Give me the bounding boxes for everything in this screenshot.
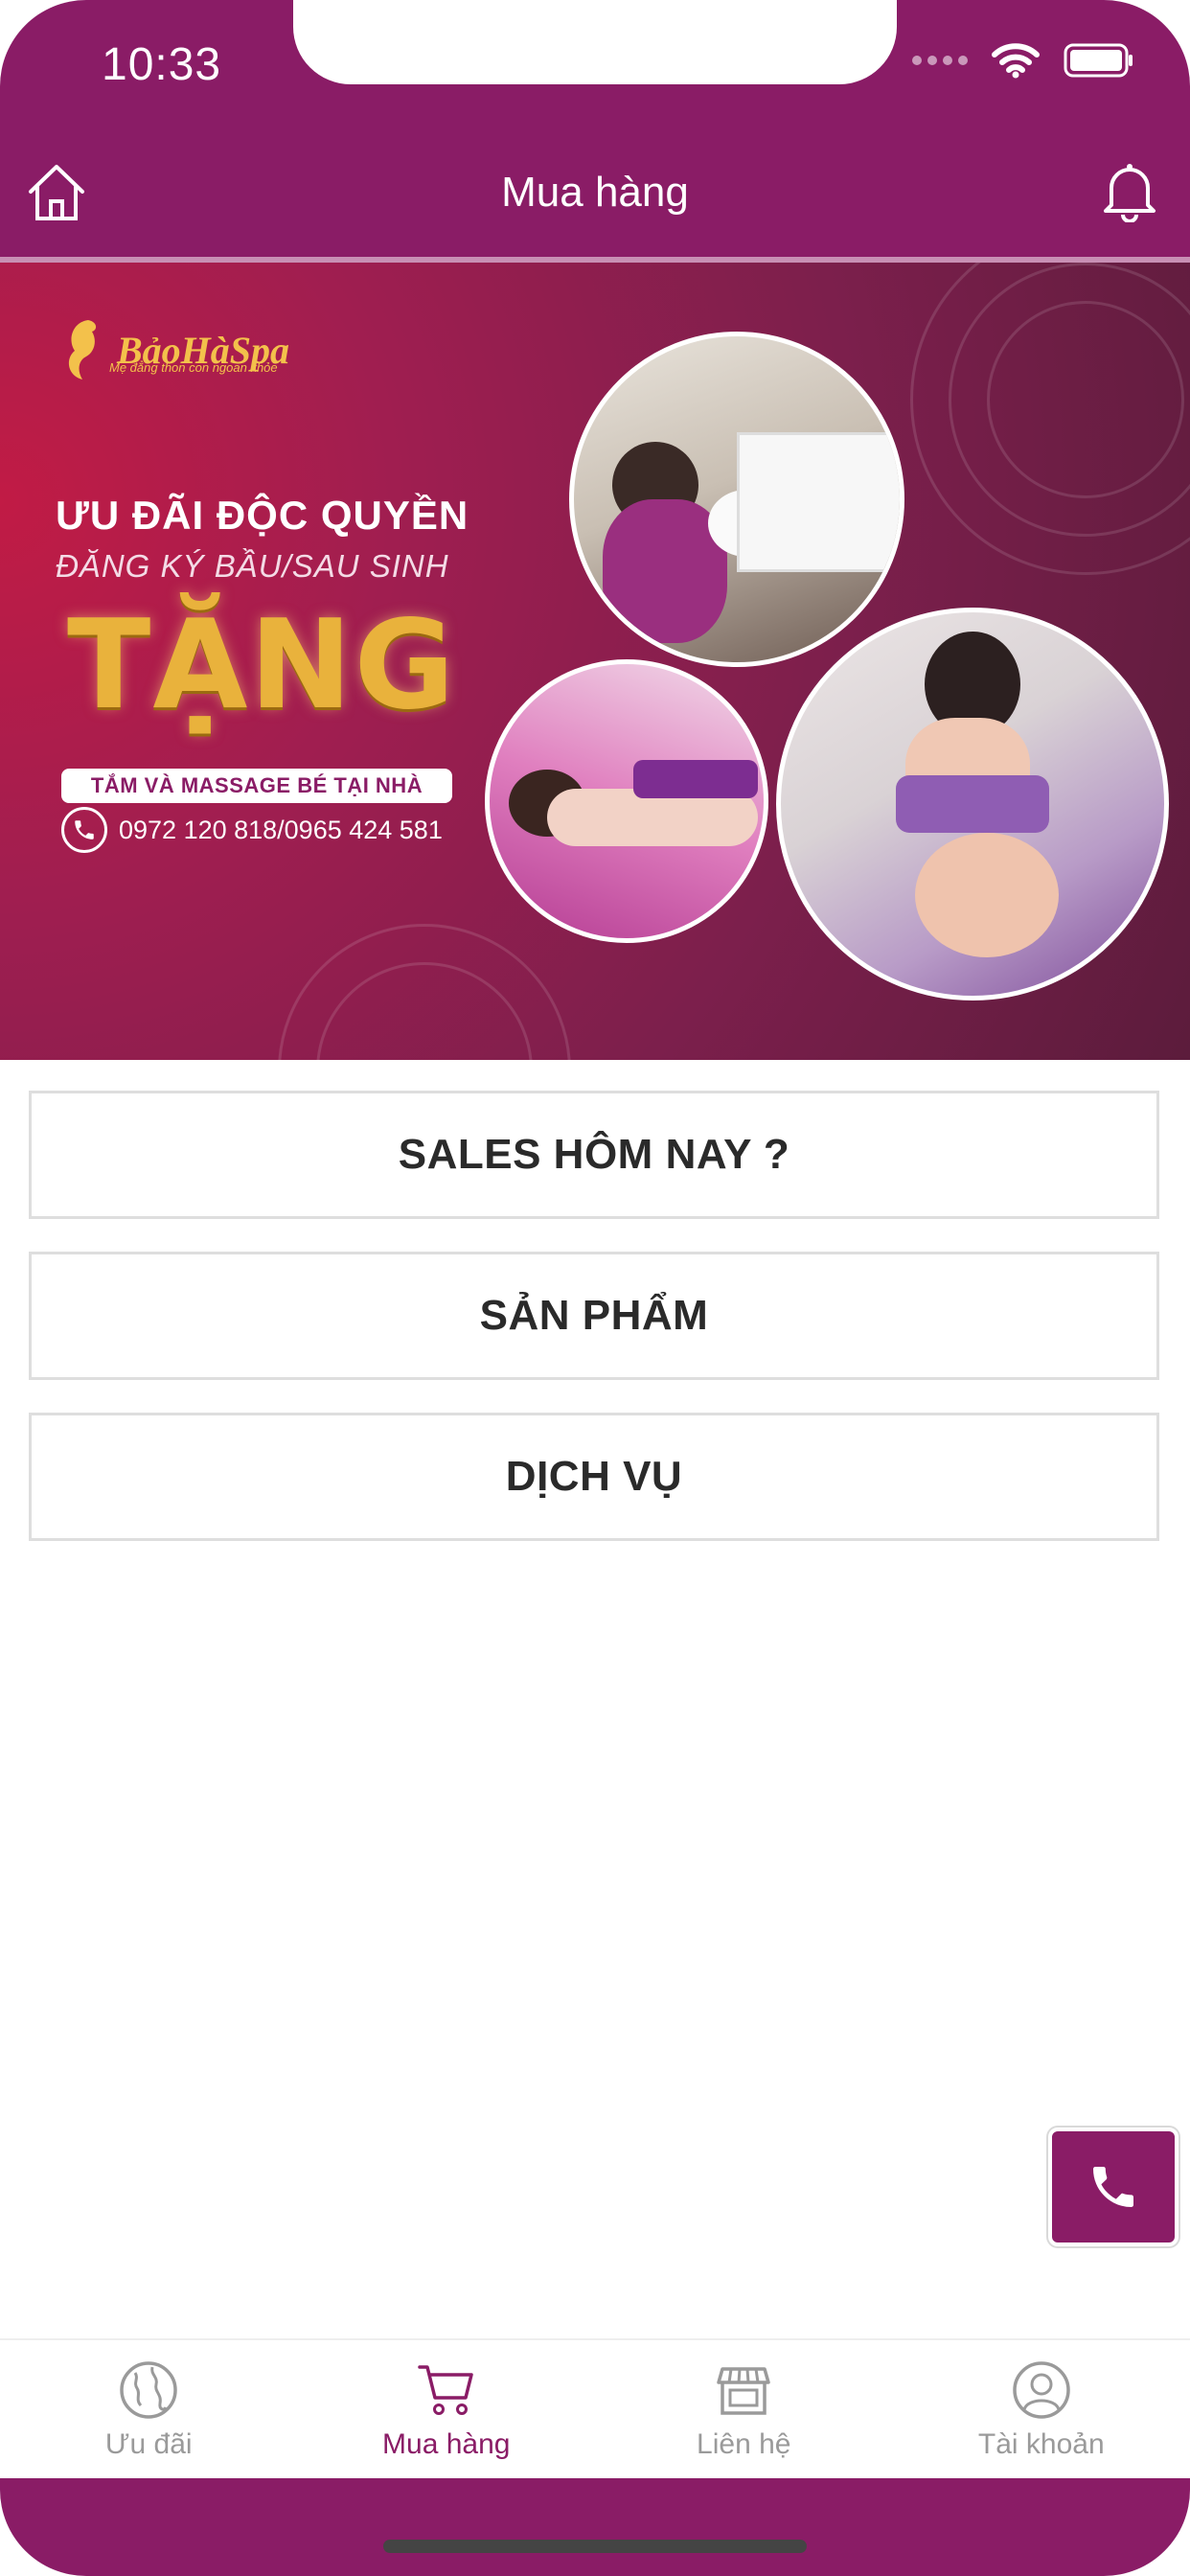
- bell-icon: [1104, 164, 1156, 223]
- banner-gift-text: TẶNG: [67, 594, 457, 737]
- phone-icon: [61, 807, 107, 853]
- mother-silhouette-icon: [68, 320, 97, 380]
- notifications-button[interactable]: [1098, 159, 1161, 223]
- banner-phone-number: 0972 120 818/0965 424 581: [119, 815, 443, 844]
- banner-offer: TẮM VÀ MASSAGE BÉ TẠI NHÀ: [61, 769, 452, 803]
- products-button[interactable]: SẢN PHẨM: [29, 1252, 1159, 1380]
- signal-icon: [912, 56, 968, 65]
- globe-icon: [120, 2361, 177, 2419]
- call-button[interactable]: [1048, 2128, 1179, 2246]
- store-icon: [717, 2367, 770, 2415]
- user-icon: [1013, 2361, 1070, 2419]
- tab-contact-label: Liên hệ: [697, 2428, 791, 2460]
- promo-banner[interactable]: BảoHàSpa Mẹ đẳng thon con ngoan khỏe ƯU …: [0, 263, 1190, 1060]
- photo-mother-baby: [569, 332, 904, 667]
- logo-tagline: Mẹ đẳng thon con ngoan khỏe: [109, 360, 278, 375]
- photo-massage: [485, 659, 768, 943]
- spa-logo: BảoHàSpa Mẹ đẳng thon con ngoan khỏe: [59, 316, 289, 383]
- top-bar: 10:33 Mua hàng: [0, 0, 1190, 257]
- page-title: Mua hàng: [501, 169, 689, 216]
- bottom-bar: [0, 2478, 1190, 2576]
- services-button[interactable]: DỊCH VỤ: [29, 1413, 1159, 1541]
- app-screen: 10:33 Mua hàng BảoHàSpa Mẹ đẳng thon con…: [0, 0, 1190, 2576]
- tab-bar: Ưu đãi Mua hàng Liên hệ Tài khoản: [0, 2338, 1190, 2480]
- sales-today-button[interactable]: SALES HÔM NAY ?: [29, 1091, 1159, 1219]
- tab-shopping[interactable]: Mua hàng: [298, 2340, 596, 2480]
- banner-subline: ĐĂNG KÝ BẦU/SAU SINH: [56, 548, 449, 584]
- tab-contact[interactable]: Liên hệ: [595, 2340, 893, 2480]
- status-time: 10:33: [102, 39, 222, 90]
- phone-icon: [1093, 2167, 1133, 2207]
- cart-icon: [418, 2365, 473, 2415]
- photo-pregnant-woman: [776, 608, 1169, 1000]
- status-icons: [912, 42, 1134, 79]
- tab-shopping-label: Mua hàng: [382, 2428, 511, 2460]
- battery-icon: [1064, 43, 1133, 78]
- home-indicator[interactable]: [383, 2540, 807, 2553]
- wifi-icon: [992, 43, 1040, 79]
- banner-phone: 0972 120 818/0965 424 581: [61, 807, 443, 853]
- tab-offers[interactable]: Ưu đãi: [0, 2340, 298, 2480]
- tab-offers-label: Ưu đãi: [104, 2428, 193, 2460]
- tab-account[interactable]: Tài khoản: [893, 2340, 1190, 2480]
- banner-headline: ƯU ĐÃI ĐỘC QUYỀN: [56, 493, 469, 538]
- tab-account-label: Tài khoản: [977, 2428, 1105, 2460]
- device-notch: [293, 0, 897, 84]
